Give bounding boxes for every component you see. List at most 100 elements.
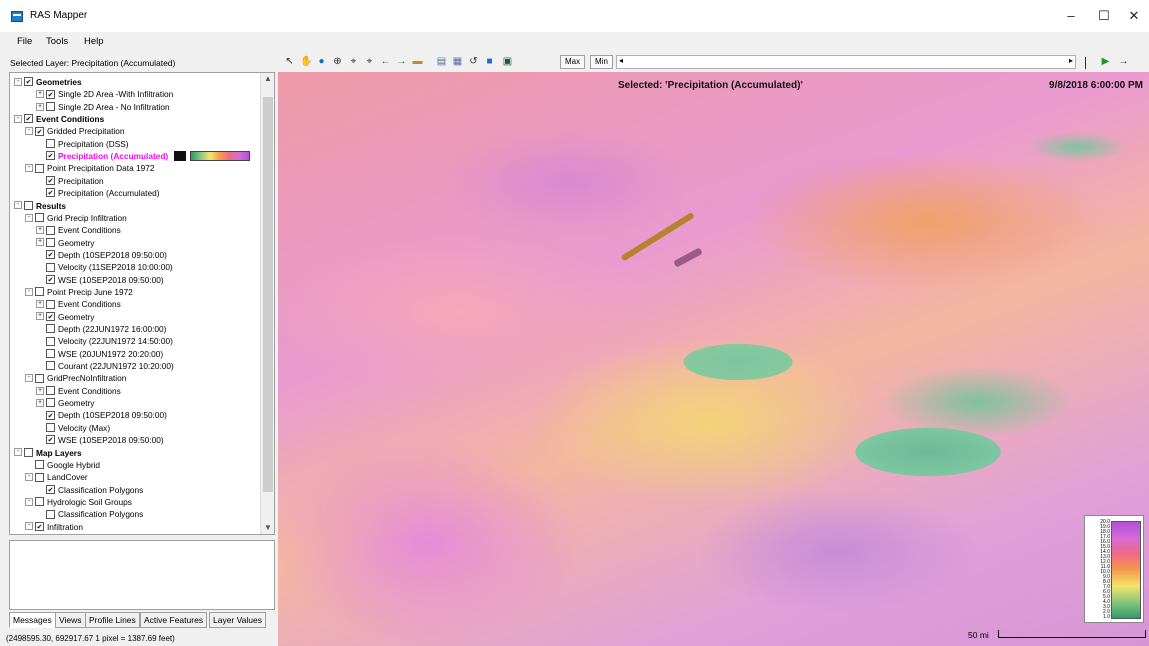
tab-active-features[interactable]: Active Features (140, 612, 208, 628)
tree-item[interactable]: - Infiltration (25, 520, 83, 532)
tree-item[interactable]: + Geometry (36, 236, 94, 248)
tree-item[interactable]: - Map Layers (14, 446, 82, 458)
layer-checkbox[interactable] (46, 139, 55, 149)
tree-item[interactable]: Precipitation (DSS) (36, 137, 129, 149)
expand-icon[interactable]: + (36, 386, 44, 395)
layer-checkbox[interactable] (46, 398, 55, 408)
layer-checkbox[interactable] (46, 311, 55, 321)
tab-messages[interactable]: Messages (9, 612, 56, 628)
collapse-icon[interactable]: - (25, 213, 33, 222)
expand-icon[interactable]: + (36, 312, 44, 321)
tree-item[interactable]: + Event Conditions (36, 384, 121, 396)
layer-checkbox[interactable] (46, 299, 55, 309)
tab-profile-lines[interactable]: Profile Lines (85, 612, 140, 628)
layer-checkbox[interactable] (46, 386, 55, 396)
tree-item[interactable]: + Single 2D Area - No Infiltration (36, 100, 170, 112)
tree-item[interactable]: Classification Polygons (36, 507, 143, 519)
tree-item[interactable]: WSE (10SEP2018 09:50:00) (36, 433, 164, 445)
collapse-icon[interactable]: - (25, 497, 33, 506)
expand-icon[interactable]: + (36, 102, 44, 111)
tree-item[interactable]: - Point Precipitation Data 1972 (25, 161, 154, 173)
layer-checkbox[interactable] (24, 114, 33, 124)
back-arrow-icon[interactable]: ← (380, 56, 391, 67)
layer-checkbox[interactable] (24, 447, 33, 457)
tree-item[interactable]: Velocity (11SEP2018 10:00:00) (36, 260, 173, 272)
tree-item[interactable]: + Geometry (36, 396, 94, 408)
menu-help[interactable]: Help (84, 36, 104, 47)
tree-item[interactable]: - GridPrecNoInfiltration (25, 371, 126, 383)
layer-checkbox[interactable] (46, 324, 55, 334)
expand-icon[interactable]: + (36, 238, 44, 247)
layer-checkbox[interactable] (46, 361, 55, 371)
scroll-up-icon[interactable]: ▲ (261, 73, 274, 85)
tree-item[interactable]: Velocity (22JUN1972 14:50:00) (36, 334, 173, 346)
menu-file[interactable]: File (17, 36, 32, 47)
layer-checkbox[interactable] (35, 163, 44, 173)
tab-layer-values[interactable]: Layer Values (209, 612, 266, 628)
time-slider[interactable]: ◂ ▸ (616, 55, 1086, 69)
layer-style-icon[interactable] (174, 150, 187, 161)
tree-scrollbar-thumb[interactable] (263, 97, 273, 492)
play-icon[interactable]: ▶ (1100, 56, 1111, 67)
layer-checkbox[interactable] (35, 497, 44, 507)
tree-item[interactable]: Depth (10SEP2018 09:50:00) (36, 248, 167, 260)
maximize-button[interactable]: ☐ (1089, 6, 1119, 26)
tree-item[interactable]: Depth (10SEP2018 09:50:00) (36, 408, 167, 420)
tree-item[interactable]: - Gridded Precipitation (25, 124, 124, 136)
tree-item[interactable]: Classification Polygons (36, 483, 143, 495)
zoom-extents-icon[interactable]: ⌖ (348, 56, 359, 67)
slider-left-arrow-icon[interactable]: ◂ (619, 56, 623, 65)
slider-right-arrow-icon[interactable]: ▸ (1069, 56, 1073, 65)
globe-icon[interactable]: ● (316, 56, 327, 67)
layer-checkbox[interactable] (46, 410, 55, 420)
layer-checkbox[interactable] (46, 435, 55, 445)
tree-item[interactable]: WSE (20JUN1972 20:20:00) (36, 347, 163, 359)
collapse-icon[interactable]: - (14, 77, 22, 86)
collapse-icon[interactable]: - (25, 473, 33, 481)
layer-checkbox[interactable] (46, 237, 55, 247)
expand-icon[interactable]: + (36, 226, 44, 234)
tree-item[interactable]: - Hydrologic Soil Groups (25, 495, 132, 507)
tree-scrollbar[interactable]: ▲ ▼ (260, 73, 274, 534)
tree-item[interactable]: - Results (14, 199, 66, 211)
expand-icon[interactable]: + (36, 398, 44, 407)
layer-checkbox[interactable] (24, 200, 33, 210)
collapse-icon[interactable]: - (25, 127, 33, 136)
tree-item[interactable]: WSE (10SEP2018 09:50:00) (36, 273, 164, 285)
tree-item[interactable]: - Geometries (14, 75, 82, 87)
measure-icon[interactable]: ▬ (412, 56, 423, 67)
collapse-icon[interactable]: - (25, 522, 33, 531)
collapse-icon[interactable]: - (25, 287, 33, 296)
tab-views[interactable]: Views (55, 612, 86, 628)
tree-item[interactable]: - LandCover (25, 470, 88, 482)
layer-checkbox[interactable] (35, 472, 44, 482)
zoom-in-icon[interactable]: ⊕ (332, 56, 343, 67)
layer-color-icon[interactable]: ■ (484, 56, 495, 67)
forward-arrow-icon[interactable]: → (396, 56, 407, 67)
layer-checkbox[interactable] (46, 250, 55, 260)
min-button[interactable]: Min (590, 55, 613, 69)
layer-checkbox[interactable] (35, 460, 44, 470)
layer-checkbox[interactable] (46, 188, 55, 198)
tree-item[interactable]: + Event Conditions (36, 223, 121, 235)
minimize-button[interactable]: – (1056, 6, 1086, 26)
speed-icon[interactable]: → (1118, 56, 1129, 67)
tree-item[interactable]: Google Hybrid (25, 458, 100, 470)
layer-checkbox[interactable] (35, 213, 44, 223)
layer-checkbox[interactable] (46, 509, 55, 519)
menu-tools[interactable]: Tools (46, 36, 68, 47)
layer-checkbox[interactable] (46, 89, 55, 99)
collapse-icon[interactable]: - (14, 201, 22, 210)
close-button[interactable]: ✕ (1119, 6, 1149, 26)
time-slider-thumb[interactable] (1085, 57, 1086, 69)
tree-item[interactable]: + Geometry (36, 310, 94, 322)
tree-item[interactable]: Precipitation (Accumulated) (36, 186, 159, 198)
tree-item[interactable]: Velocity (Max) (36, 421, 110, 433)
layer-checkbox[interactable] (35, 521, 44, 531)
layer-checkbox[interactable] (46, 336, 55, 346)
layer-checkbox[interactable] (46, 484, 55, 494)
expand-icon[interactable]: + (36, 90, 44, 99)
database-icon[interactable]: ▣ (502, 56, 513, 67)
table-icon[interactable]: ▦ (452, 56, 463, 67)
layer-checkbox[interactable] (24, 77, 33, 87)
